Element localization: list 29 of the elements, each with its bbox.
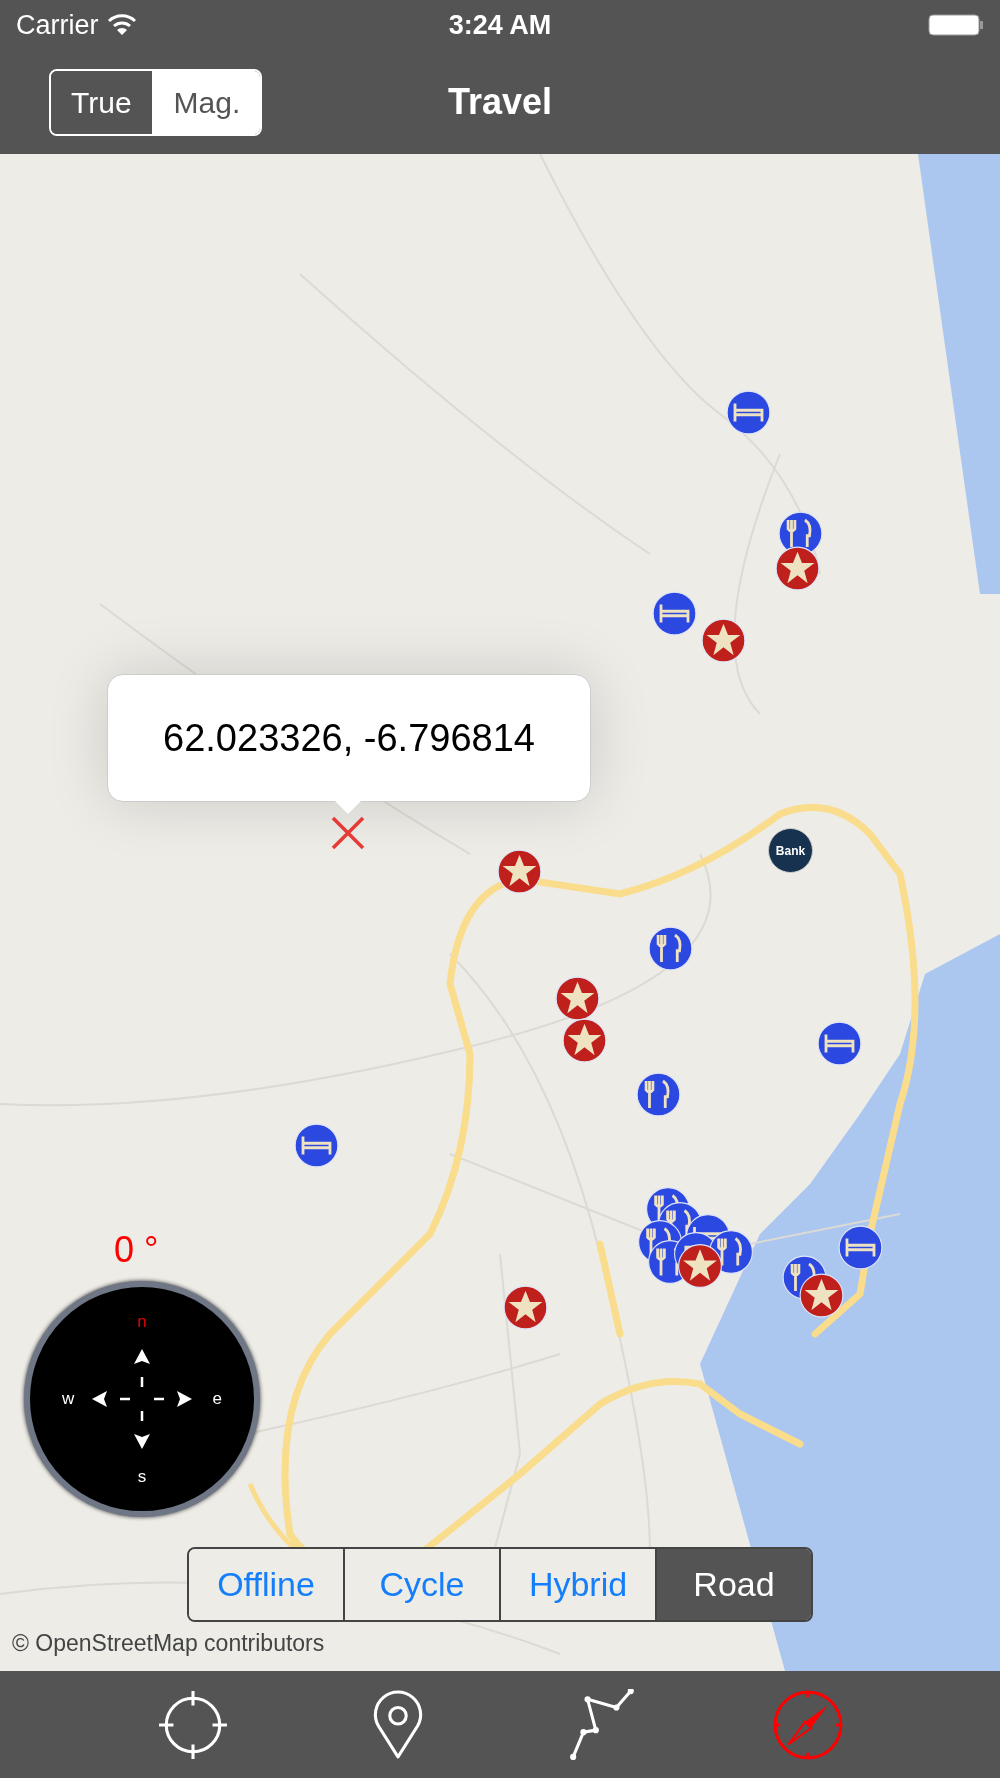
fork-knife-marker-icon[interactable] bbox=[636, 1072, 681, 1117]
battery-icon bbox=[928, 13, 984, 37]
bed-marker-icon[interactable] bbox=[652, 591, 697, 636]
bed-marker-icon[interactable] bbox=[817, 1021, 862, 1066]
star-marker-icon[interactable] bbox=[799, 1273, 844, 1318]
bed-marker-icon[interactable] bbox=[838, 1225, 883, 1270]
wifi-icon bbox=[106, 13, 137, 37]
screen-title: Travel bbox=[447, 80, 553, 124]
direction-arrows-icon bbox=[92, 1349, 192, 1449]
clock-time: 3:24 AM bbox=[448, 8, 552, 42]
map-type-segment[interactable]: Road bbox=[655, 1549, 811, 1620]
coordinate-popup: 62.023326, -6.796814 bbox=[107, 674, 591, 802]
popup-pointer-icon bbox=[335, 801, 361, 815]
star-marker-icon[interactable] bbox=[555, 976, 600, 1021]
crosshair-icon[interactable] bbox=[156, 1688, 229, 1761]
map-attribution: © OpenStreetMap contributors bbox=[12, 1629, 325, 1658]
star-marker-icon[interactable] bbox=[503, 1285, 548, 1330]
close-x-icon bbox=[331, 816, 365, 850]
north-mode-segment[interactable]: Mag. bbox=[151, 70, 261, 134]
bed-marker-icon[interactable] bbox=[726, 390, 771, 435]
star-marker-icon[interactable] bbox=[701, 618, 746, 663]
star-marker-icon[interactable] bbox=[562, 1018, 607, 1063]
bed-marker-icon[interactable] bbox=[294, 1123, 339, 1168]
marker-cluster-drawing[interactable] bbox=[638, 1184, 755, 1290]
star-marker-icon[interactable] bbox=[775, 546, 820, 591]
star-marker-icon[interactable] bbox=[497, 849, 542, 894]
heading-reading: 0 ° bbox=[114, 1232, 159, 1268]
fork-knife-marker-icon[interactable] bbox=[648, 926, 693, 971]
carrier-label: Carrier bbox=[16, 8, 99, 42]
